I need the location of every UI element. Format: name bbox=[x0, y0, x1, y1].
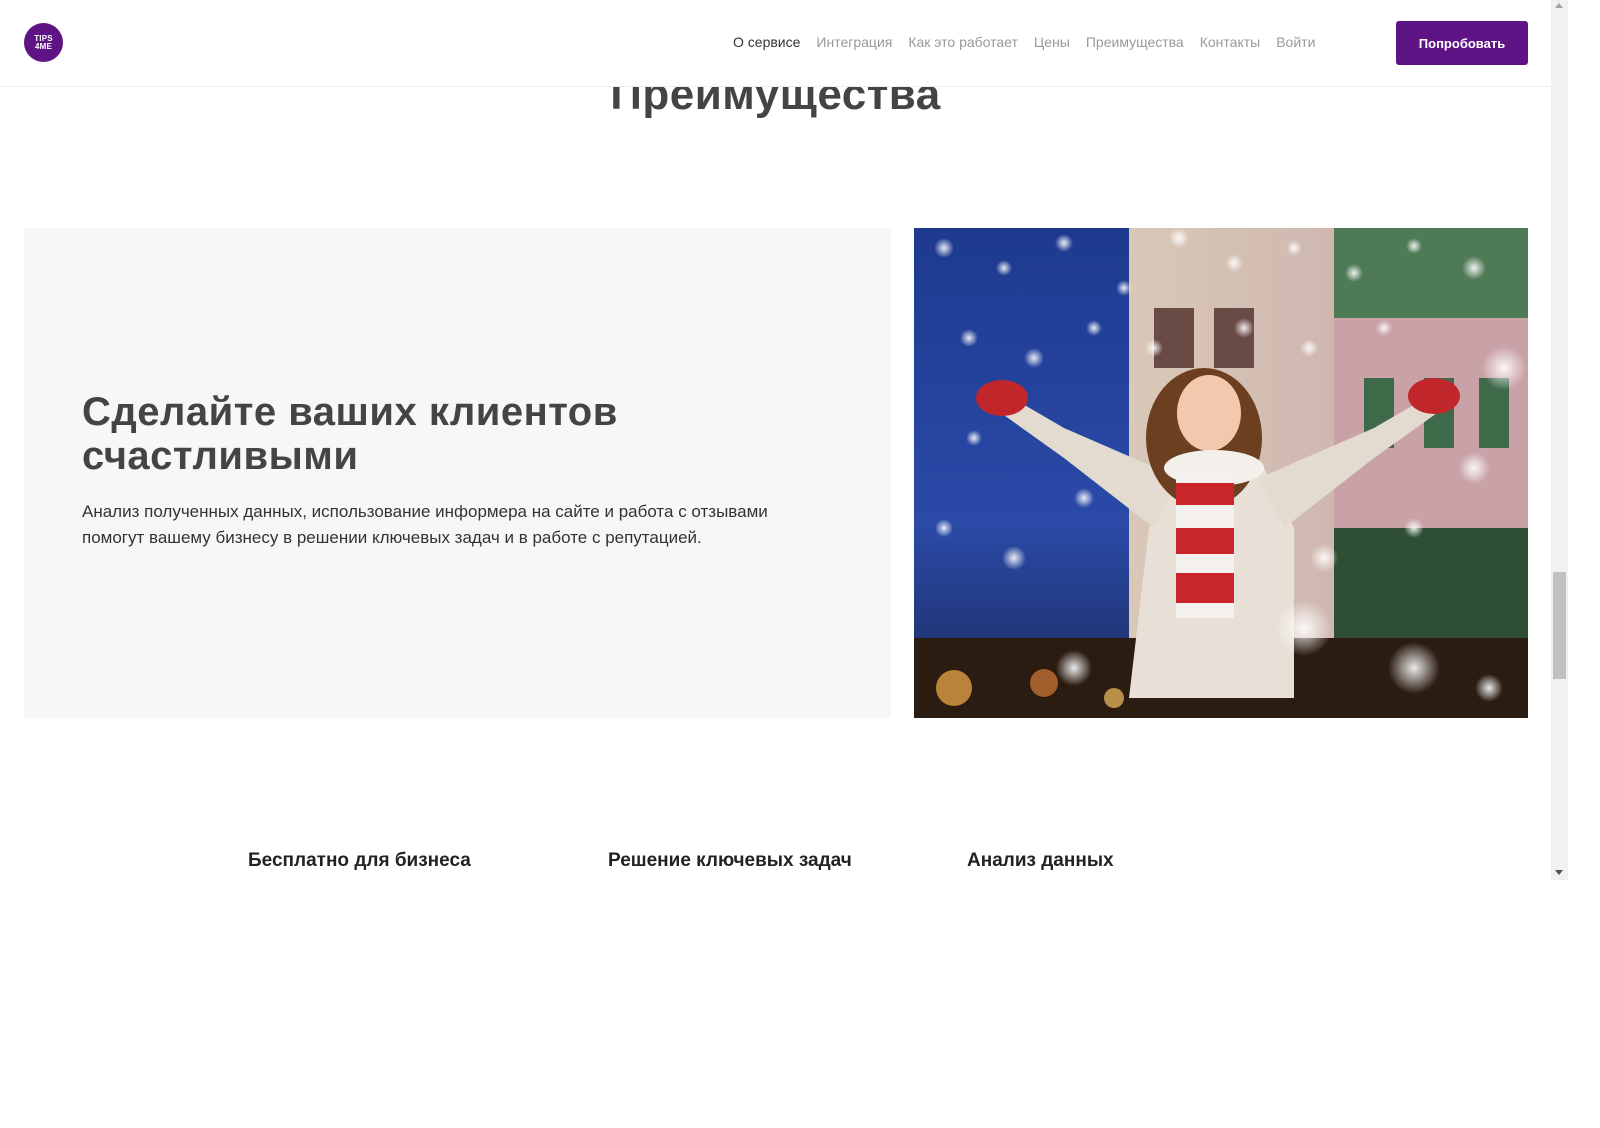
feature-title-key-tasks: Решение ключевых задач bbox=[608, 850, 852, 871]
nav-item-prices[interactable]: Цены bbox=[1034, 33, 1070, 53]
promo-text: Анализ полученных данных, использование … bbox=[82, 502, 768, 547]
nav-item-advantages[interactable]: Преимущества bbox=[1086, 33, 1184, 53]
feature-title-free: Бесплатно для бизнеса bbox=[248, 850, 471, 871]
page-viewport: Преимущества TIPS 4ME О сервисе Интеграц… bbox=[0, 0, 1551, 1128]
try-button[interactable]: Попробовать bbox=[1396, 21, 1528, 65]
site-header: TIPS 4ME О сервисе Интеграция Как это ра… bbox=[0, 0, 1551, 87]
scroll-thumb[interactable] bbox=[1553, 572, 1566, 679]
features-row: Бесплатно для бизнеса Решение ключевых з… bbox=[0, 850, 1551, 880]
main-nav: О сервисе Интеграция Как это работает Це… bbox=[733, 33, 1331, 53]
scroll-up-icon[interactable] bbox=[1555, 3, 1563, 8]
winter-photo bbox=[914, 228, 1528, 718]
brand-logo[interactable]: TIPS 4ME bbox=[24, 23, 63, 62]
scroll-down-icon[interactable] bbox=[1555, 870, 1563, 875]
promo-heading: Сделайте ваших клиентов счастливыми bbox=[82, 390, 618, 478]
nav-item-integration[interactable]: Интеграция bbox=[816, 33, 892, 53]
nav-item-login[interactable]: Войти bbox=[1276, 33, 1315, 53]
feature-title-data-analysis: Анализ данных bbox=[967, 850, 1114, 871]
nav-item-how-it-works[interactable]: Как это работает bbox=[908, 33, 1018, 53]
nav-item-contacts[interactable]: Контакты bbox=[1200, 33, 1260, 53]
nav-item-about[interactable]: О сервисе bbox=[733, 33, 800, 53]
promo-card: Сделайте ваших клиентов счастливыми Анал… bbox=[24, 228, 891, 718]
logo-line-2: 4ME bbox=[34, 41, 53, 51]
page-scrollbar[interactable] bbox=[1551, 0, 1568, 880]
